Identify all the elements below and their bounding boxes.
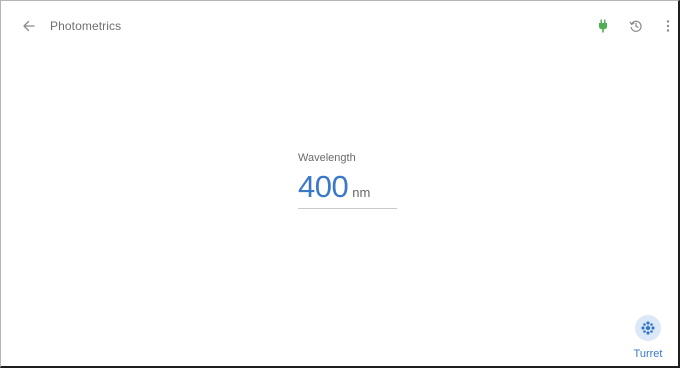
turret-icon [641,321,655,335]
history-button[interactable] [626,16,646,36]
turret-button[interactable]: Turret [628,315,668,363]
wavelength-input[interactable]: 400 nm [298,170,398,204]
wavelength-value: 400 [298,169,349,204]
wavelength-field: Wavelength 400 nm [298,151,398,209]
turret-label: Turret [633,348,663,360]
wavelength-label: Wavelength [298,152,356,164]
more-menu-button[interactable] [658,16,678,36]
turret-icon-container [635,315,661,341]
plug-icon [599,19,607,33]
top-app-bar: Photometrics [0,0,680,50]
power-status-button[interactable] [593,16,613,36]
page-title: Photometrics [50,19,122,33]
history-icon [629,20,642,32]
arrow-left-icon [23,20,35,32]
back-button[interactable] [19,16,39,36]
more-vert-icon [666,20,670,32]
wavelength-unit: nm [352,185,371,200]
wavelength-underline [298,208,397,209]
